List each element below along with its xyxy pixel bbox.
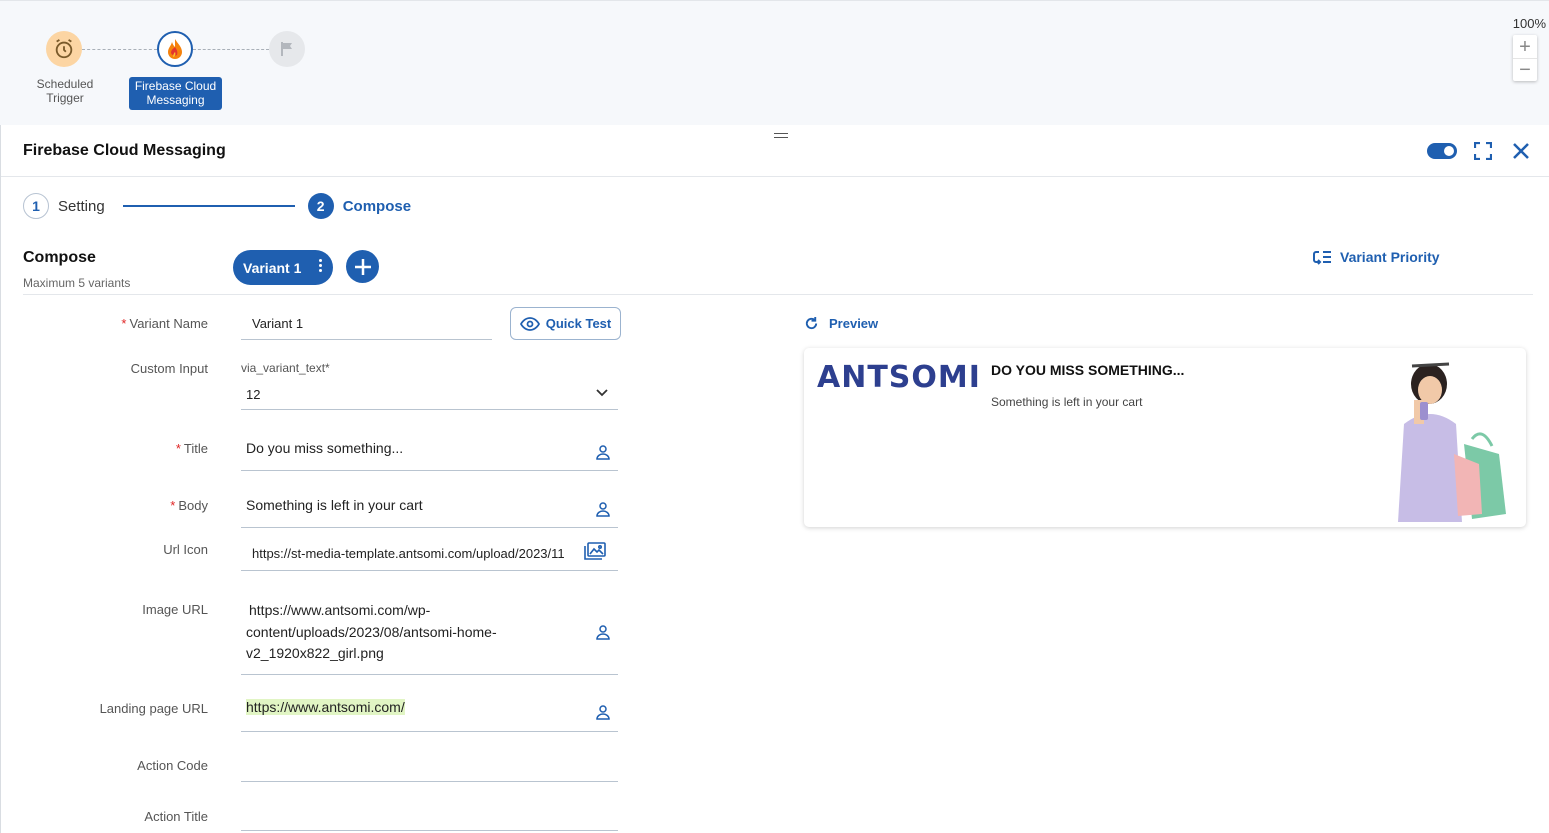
close-icon[interactable] xyxy=(1509,139,1533,163)
toggle-icon[interactable] xyxy=(1427,143,1457,159)
preview-refresh-button[interactable]: Preview xyxy=(804,316,878,331)
image-url-label: Image URL xyxy=(142,602,208,617)
zoom-in-button[interactable]: + xyxy=(1513,35,1537,58)
node-connector xyxy=(193,49,269,50)
custom-input-select[interactable]: 12 xyxy=(241,377,618,410)
chevron-down-icon xyxy=(596,389,608,397)
image-url-line: content/uploads/2023/08/antsomi-home- xyxy=(246,623,497,640)
antsomi-logo: ANTSOMI xyxy=(817,360,981,395)
step-2-label[interactable]: Compose xyxy=(343,198,411,215)
zoom-controls: + − xyxy=(1513,35,1537,81)
workflow-canvas: Scheduled Trigger Firebase Cloud Messagi… xyxy=(0,0,1549,125)
landing-page-url-input[interactable]: https://www.antsomi.com/ xyxy=(241,690,618,732)
step-1-number[interactable]: 1 xyxy=(23,193,49,219)
step-connector xyxy=(122,205,295,207)
person-icon[interactable] xyxy=(595,704,611,720)
preview-image xyxy=(1398,362,1506,522)
quick-test-button[interactable]: Quick Test xyxy=(510,307,621,340)
custom-input-field-label: via_variant_text* xyxy=(241,361,330,375)
image-url-line: https://www.antsomi.com/wp- xyxy=(249,602,431,618)
body-label: * Body xyxy=(170,498,208,513)
notification-preview-card: ANTSOMI DO YOU MISS SOMETHING... Somethi… xyxy=(804,348,1526,527)
variant-tab[interactable]: Variant 1 xyxy=(233,250,333,285)
node-label-scheduled-trigger: Scheduled Trigger xyxy=(36,77,94,105)
landing-page-url-label: Landing page URL xyxy=(99,701,208,716)
flag-icon xyxy=(281,42,292,56)
image-url-input[interactable]: https://www.antsomi.com/wp- content/uplo… xyxy=(241,591,618,675)
person-icon[interactable] xyxy=(595,624,611,640)
action-code-input[interactable] xyxy=(241,749,618,782)
variant-tab-label: Variant 1 xyxy=(243,259,302,276)
preview-title: DO YOU MISS SOMETHING... xyxy=(991,362,1185,378)
person-icon[interactable] xyxy=(595,501,611,517)
refresh-icon xyxy=(805,316,818,330)
url-icon-label: Url Icon xyxy=(163,542,208,557)
firebase-flame-icon xyxy=(168,39,182,59)
zoom-level: 100% xyxy=(1512,16,1546,31)
variant-priority-icon xyxy=(1313,251,1331,265)
custom-input-label: Custom Input xyxy=(130,361,208,376)
kebab-menu-icon[interactable] xyxy=(319,259,323,272)
add-variant-button[interactable] xyxy=(346,250,379,283)
title-input[interactable]: Do you miss something... xyxy=(241,430,618,471)
drag-handle[interactable] xyxy=(774,133,788,138)
end-node[interactable] xyxy=(269,31,305,67)
person-icon[interactable] xyxy=(595,444,611,460)
preview-body: Something is left in your cart xyxy=(991,395,1143,409)
variant-name-input[interactable]: Variant 1 xyxy=(241,308,492,340)
node-connector xyxy=(82,49,157,50)
action-title-input[interactable] xyxy=(241,800,618,831)
alarm-clock-icon xyxy=(55,39,73,59)
image-url-line: v2_1920x822_girl.png xyxy=(246,645,384,661)
variant-priority-label: Variant Priority xyxy=(1340,249,1440,265)
title-label: * Title xyxy=(175,441,208,456)
fullscreen-icon[interactable] xyxy=(1471,139,1495,163)
action-code-label: Action Code xyxy=(137,758,208,773)
divider xyxy=(23,294,1533,295)
variant-name-label: * Variant Name xyxy=(121,316,208,331)
step-2-number[interactable]: 2 xyxy=(307,193,334,219)
url-icon-input[interactable]: https://st-media-template.antsomi.com/up… xyxy=(241,534,618,571)
zoom-out-button[interactable]: − xyxy=(1513,58,1537,81)
fcm-node[interactable] xyxy=(157,31,193,67)
plus-icon xyxy=(354,258,371,275)
eye-icon xyxy=(519,316,540,331)
compose-title: Compose xyxy=(23,249,96,266)
header-actions xyxy=(1427,139,1533,163)
action-title-label: Action Title xyxy=(144,809,208,824)
node-label-fcm[interactable]: Firebase Cloud Messaging xyxy=(129,77,222,110)
step-1-label[interactable]: Setting xyxy=(58,198,105,215)
variant-priority-button[interactable]: Variant Priority xyxy=(1312,249,1440,265)
body-input[interactable]: Something is left in your cart xyxy=(241,487,618,528)
compose-subtitle: Maximum 5 variants xyxy=(23,276,131,290)
panel-title: Firebase Cloud Messaging xyxy=(23,141,226,159)
stepper: 1 Setting 2 Compose xyxy=(23,193,411,219)
node-config-panel: Firebase Cloud Messaging 1 Setting 2 Com… xyxy=(0,125,1549,833)
image-gallery-icon[interactable] xyxy=(584,542,606,560)
scheduled-trigger-node[interactable] xyxy=(46,31,82,67)
